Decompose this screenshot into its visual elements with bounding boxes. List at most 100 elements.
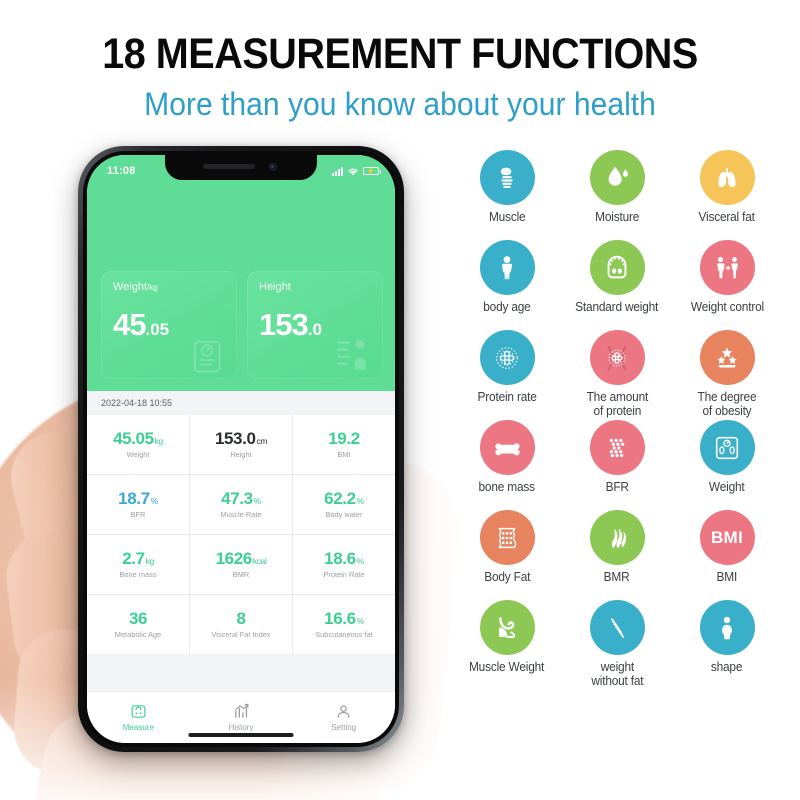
metric-cell[interactable]: 47.3% Muscle Rate [190,475,292,534]
function-item[interactable]: Weight [672,420,782,510]
page-subtitle: More than you know about your health [144,86,656,122]
tab-setting[interactable]: Setting [292,703,395,732]
poster-root: 18 MEASUREMENT FUNCTIONS More than you k… [0,0,800,800]
phone-mockup: 11:08 ⚡ Weight/kg 45.05 Height 153.0 202… [78,146,404,752]
function-label: weight without fat [590,660,644,688]
metric-cell[interactable]: 8 Visceral Fat Index [190,595,292,654]
function-label: Protein rate [477,390,537,404]
function-icons-grid: Muscle Moisture Visceral fat body age Standa… [452,150,782,690]
metric-label: Metabolic Age [114,630,162,639]
height-card-title: Height [259,281,291,293]
metric-label: Muscle Rate [220,510,262,519]
home-indicator [188,733,294,737]
function-item[interactable]: bone mass [452,420,562,510]
metric-cell[interactable]: 18.6% Protein Rate [293,535,395,594]
metric-value: 62.2% [324,489,364,508]
function-label: Weight control [690,300,764,314]
tab-history[interactable]: History [190,703,293,732]
body-fat-dots-icon [479,510,535,565]
metric-value: 18.6% [324,549,364,568]
metric-value: 2.7kg [122,549,154,568]
function-item[interactable]: Moisture [562,150,672,240]
metric-cell[interactable]: 19.2 BMI [293,415,395,474]
function-label: BFR [605,480,629,494]
function-item[interactable]: BMI BMI [672,510,782,600]
metric-cell[interactable]: 2.7kg Bone mass [87,535,189,594]
phone-screen: 11:08 ⚡ Weight/kg 45.05 Height 153.0 202… [87,155,395,743]
flexed-arm-icon [479,600,535,655]
function-label: BMI [716,570,738,584]
function-item[interactable]: BMR [562,510,672,600]
height-card[interactable]: Height 153.0 [247,271,383,379]
metric-cell[interactable]: 18.7% BFR [87,475,189,534]
tab-measure[interactable]: Measure [87,703,190,732]
function-label: Muscle Weight [469,660,545,674]
measurement-timestamp-bar: 2022-04-18 10:55 [87,391,395,415]
function-item[interactable]: Body Fat [452,510,562,600]
function-item[interactable]: Standard weight [562,240,672,330]
height-card-value: 153.0 [259,307,322,342]
metric-cell[interactable]: 62.2% Body water [293,475,395,534]
metric-value: 19.2 [328,429,360,448]
function-label: bone mass [478,480,536,494]
clipboard-scale-icon [187,333,229,375]
function-label: BMR [604,570,630,584]
function-label: Muscle [488,210,526,224]
function-label: body age [483,300,531,314]
feet-scale-icon [589,240,645,295]
function-item[interactable]: body age [452,240,562,330]
scale-icon [130,703,147,720]
function-item[interactable]: The amount of protein [562,330,672,420]
metric-value: 18.7% [118,489,159,508]
spine-icon [589,600,645,655]
metric-value: 47.3% [221,489,262,508]
metric-label: Body water [325,510,363,519]
function-item[interactable]: Weight control [672,240,782,330]
function-item[interactable]: weight without fat [562,600,672,690]
function-label: Visceral fat [698,210,756,224]
bone-icon [479,420,535,475]
function-item[interactable]: Muscle [452,150,562,240]
metric-cell[interactable]: 45.05kg Weight [87,415,189,474]
function-label: shape [711,660,743,674]
protein-cell-icon [479,330,535,385]
function-item[interactable]: Protein rate [452,330,562,420]
flame-metabolism-icon [589,510,645,565]
metric-label: BMR [232,570,250,579]
weight-card[interactable]: Weight/kg 45.05 [101,271,237,379]
metric-cell[interactable]: 1626kcal BMR [190,535,292,594]
height-person-icon [333,333,375,375]
metric-label: Protein Rate [323,570,365,579]
function-item[interactable]: Visceral fat [672,150,782,240]
metric-value: 36 [128,609,148,628]
metric-unit: % [150,496,159,506]
signal-bars-icon [332,166,343,176]
bathroom-scale-icon [699,420,755,475]
metric-cell[interactable]: 153.0cm Height [190,415,292,474]
tab-measure-label: Measure [122,723,154,732]
function-item[interactable]: shape [672,600,782,690]
metric-unit: % [253,496,262,506]
metric-value: 16.6% [324,609,364,628]
function-item[interactable]: The degree of obesity [672,330,782,420]
person-icon [335,703,352,720]
tab-setting-label: Setting [331,723,357,732]
metric-label: Weight [126,450,150,459]
metrics-grid: 45.05kg Weight 153.0cm Height 19.2 BMI 18.7% BF… [87,415,395,654]
function-item[interactable]: BFR [562,420,672,510]
stars-rating-icon [699,330,755,385]
lungs-organ-icon [699,150,755,205]
metric-value: 1626kcal [215,549,267,568]
metric-value: 45.05kg [113,429,163,448]
function-label: Moisture [594,210,640,224]
metric-value: 8 [236,609,246,628]
two-bodies-icon [699,240,755,295]
weight-card-value: 45.05 [113,307,170,342]
metric-cell[interactable]: 36 Metabolic Age [87,595,189,654]
metric-label: Visceral Fat Index [211,630,271,639]
water-drop-icon [589,150,645,205]
function-item[interactable]: Muscle Weight [452,600,562,690]
metric-cell[interactable]: 16.6% Subcutaneous fat [293,595,395,654]
function-label: Weight [709,480,745,494]
function-label: The amount of protein [586,390,648,418]
